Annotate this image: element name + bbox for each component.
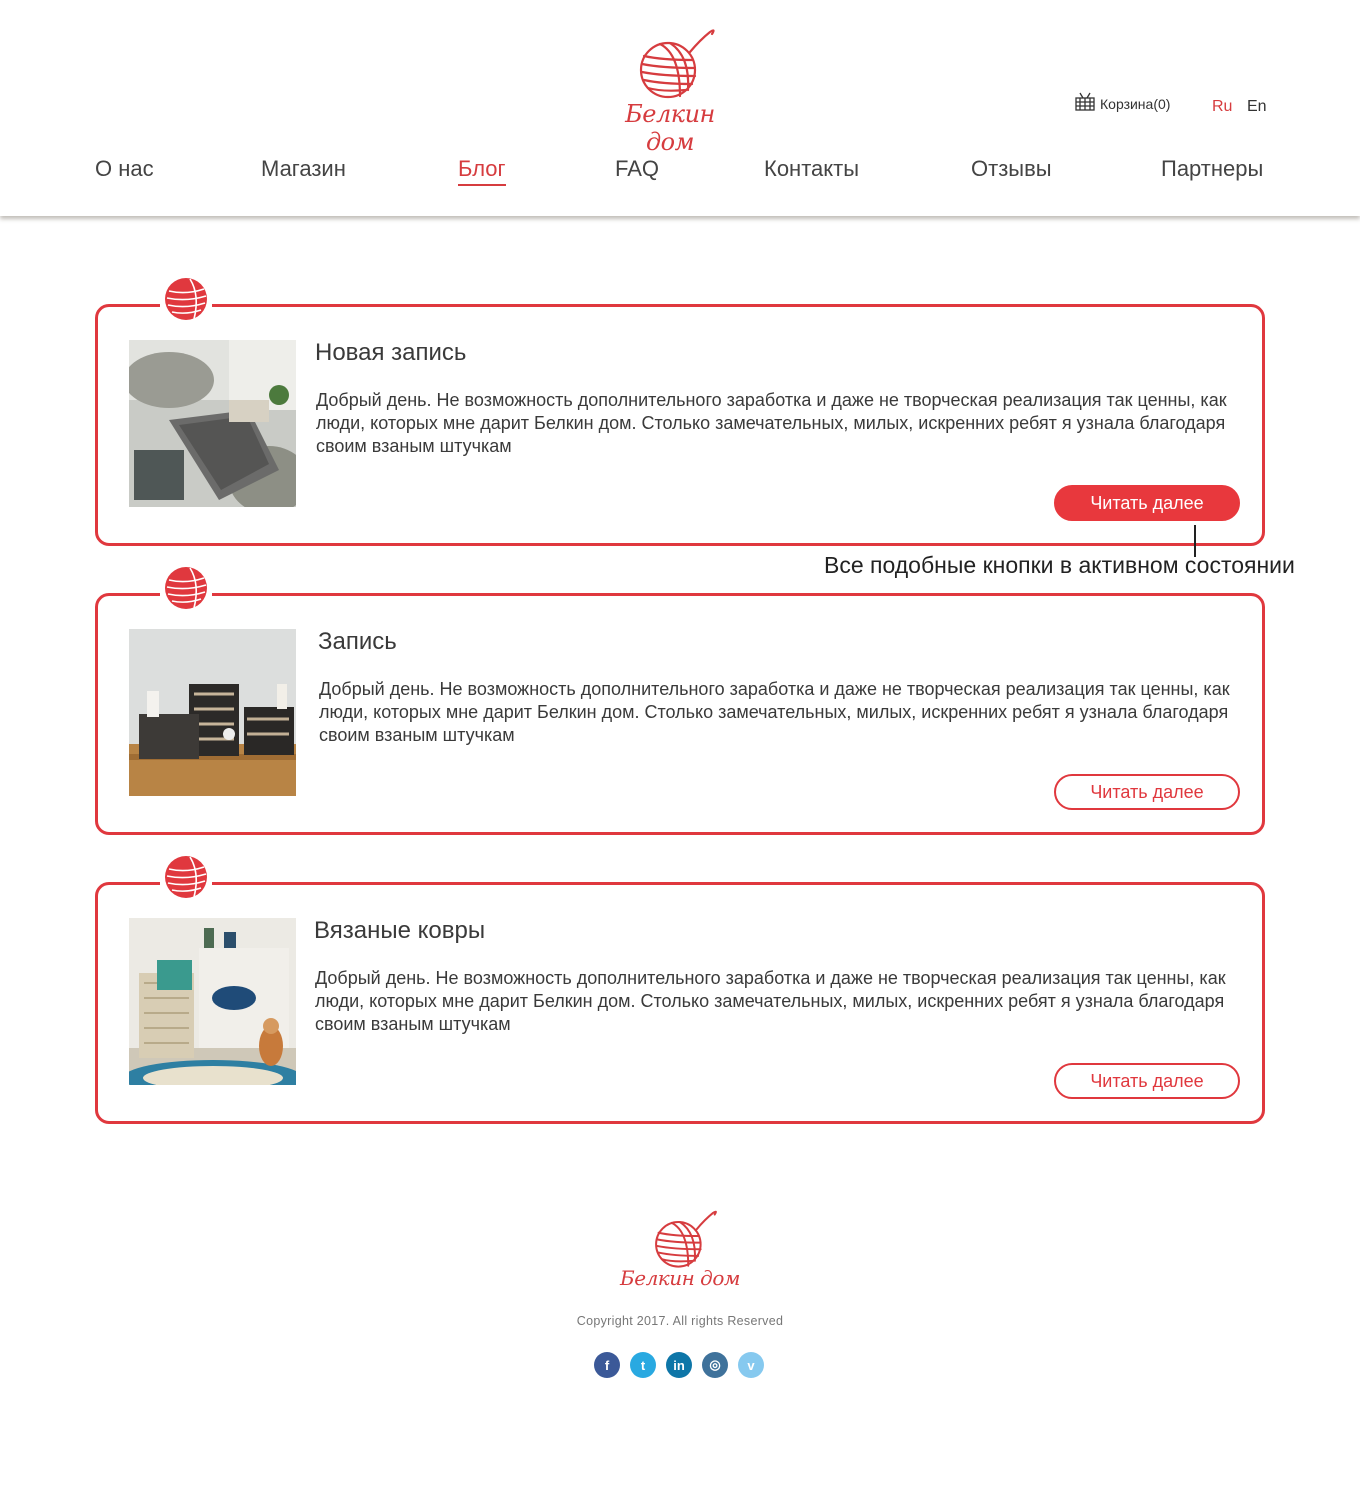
read-more-button[interactable]: Читать далее [1054, 485, 1240, 521]
post-excerpt: Добрый день. Не возможность дополнительн… [315, 968, 1226, 1034]
nav-item-shop[interactable]: Магазин [261, 156, 346, 182]
main-nav: О нас Магазин Блог FAQ Контакты Отзывы П… [95, 156, 1267, 188]
yarn-ball-logo-icon [655, 1210, 717, 1268]
post-yarn-tab [160, 566, 212, 610]
baskets-photo [129, 629, 296, 796]
yarn-ball-logo-icon [639, 29, 715, 99]
site-logo[interactable]: Белкин дом [600, 26, 740, 156]
instagram-icon[interactable]: ◎ [702, 1352, 728, 1378]
nav-item-faq[interactable]: FAQ [615, 156, 659, 182]
post-title[interactable]: Запись [318, 628, 397, 656]
lang-en[interactable]: En [1247, 98, 1267, 116]
nav-item-contacts[interactable]: Контакты [764, 156, 859, 182]
cart-label: Корзина(0) [1100, 96, 1171, 112]
post-excerpt: Добрый день. Не возможность дополнительн… [319, 679, 1230, 745]
yarn-ball-icon [165, 278, 207, 320]
nav-item-partners[interactable]: Партнеры [1161, 156, 1263, 182]
blog-post-card: Вязаные ковры Добрый день. Не возможност… [95, 855, 1265, 1124]
vimeo-icon[interactable]: v [738, 1352, 764, 1378]
yarn-ball-icon [165, 856, 207, 898]
linkedin-icon[interactable]: in [666, 1352, 692, 1378]
twitter-icon[interactable]: t [630, 1352, 656, 1378]
yarn-ball-icon [165, 567, 207, 609]
cart-link[interactable]: Корзина(0) [1074, 90, 1170, 112]
nav-item-blog[interactable]: Блог [458, 156, 506, 186]
site-header: Белкин дом Корзина(0) Ru En О нас Магази… [0, 0, 1360, 216]
read-more-button[interactable]: Читать далее [1054, 1063, 1240, 1099]
blog-post-card: Запись Добрый день. Не возможность допол… [95, 566, 1265, 835]
knitted-blanket-photo [129, 340, 296, 507]
footer-logo[interactable]: Белкин дом [620, 1208, 740, 1298]
post-yarn-tab [160, 855, 212, 899]
annotation-note: Все подобные кнопки в активном состоянии [824, 552, 1295, 578]
knitted-rugs-photo [129, 918, 296, 1085]
nav-item-about[interactable]: О нас [95, 156, 154, 182]
social-links: f t in ◎ v [594, 1352, 764, 1378]
lang-ru[interactable]: Ru [1212, 98, 1232, 116]
logo-wordmark: Белкин дом [620, 1266, 740, 1290]
post-photo[interactable] [129, 918, 296, 1085]
post-title[interactable]: Новая запись [315, 339, 466, 367]
post-title[interactable]: Вязаные ковры [314, 917, 485, 945]
post-yarn-tab [160, 277, 212, 321]
copyright-text: Copyright 2017. All rights Reserved [576, 1314, 784, 1328]
nav-item-reviews[interactable]: Отзывы [971, 156, 1052, 182]
basket-icon [1075, 92, 1095, 111]
logo-wordmark: Белкин дом [625, 100, 715, 156]
post-photo[interactable] [129, 629, 296, 796]
read-more-button[interactable]: Читать далее [1054, 774, 1240, 810]
facebook-icon[interactable]: f [594, 1352, 620, 1378]
post-photo[interactable] [129, 340, 296, 507]
blog-post-card: Новая запись Добрый день. Не возможность… [95, 277, 1265, 546]
post-excerpt: Добрый день. Не возможность дополнительн… [316, 390, 1227, 456]
